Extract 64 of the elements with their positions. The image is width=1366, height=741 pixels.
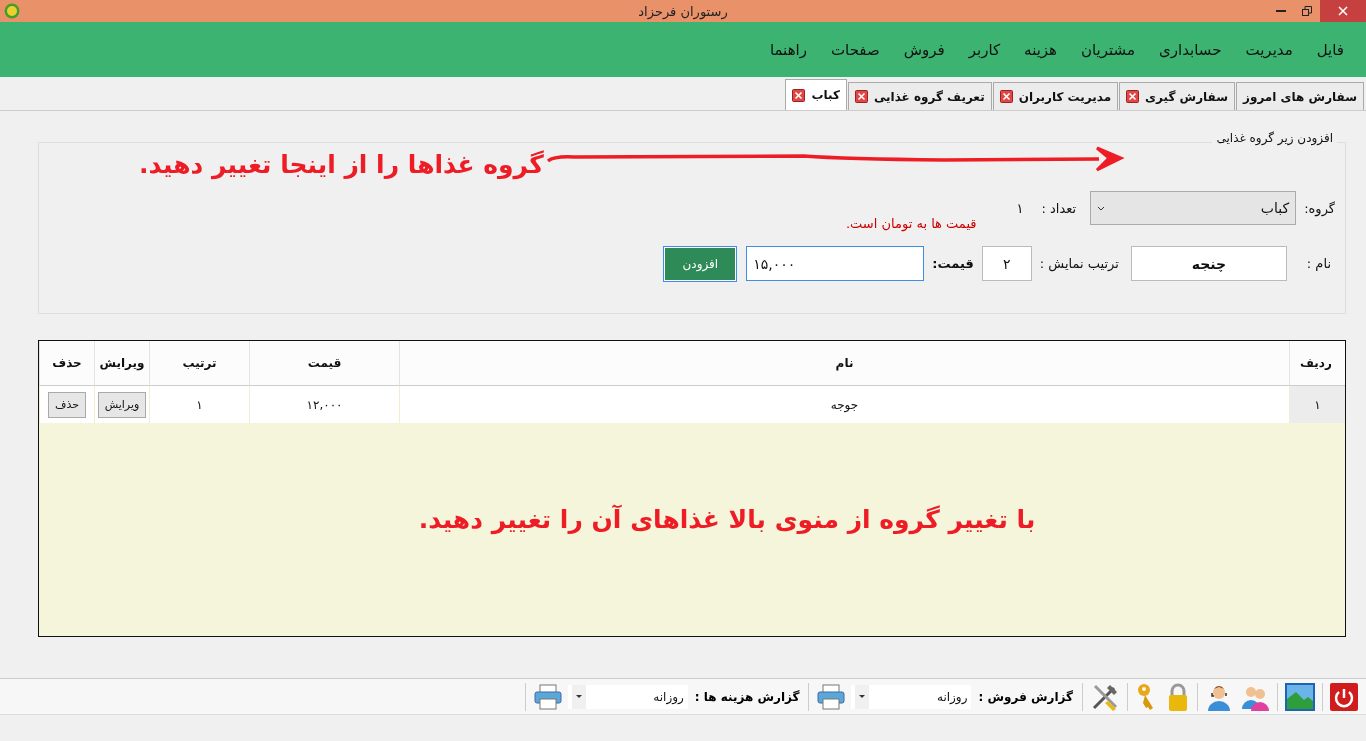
annotation-text: با تغییر گروه از منوی بالا غذاهای آن را تغییر دهید. xyxy=(418,505,1036,534)
menu-item[interactable]: حسابداری xyxy=(1147,40,1234,59)
menu-item[interactable]: فایل xyxy=(1304,40,1356,59)
restore-icon xyxy=(1302,6,1312,16)
edit-button[interactable]: ویرایش xyxy=(97,391,147,418)
menu-item[interactable]: صفحات xyxy=(818,40,892,59)
report-dropdown[interactable]: روزانه xyxy=(567,684,688,709)
printer-icon xyxy=(532,683,563,710)
report-label: گزارش هزینه ها : xyxy=(694,689,800,704)
report-dropdown[interactable]: روزانه xyxy=(851,684,972,709)
count-value: ۱ xyxy=(1016,200,1024,216)
tab[interactable]: سفارش گیری xyxy=(1119,82,1236,110)
caret-icon xyxy=(1097,205,1106,211)
field-label: ترتیب نمایش : xyxy=(1039,256,1119,271)
tab[interactable]: تعریف گروه غذایی xyxy=(847,82,992,110)
report-label: گزارش فروش : xyxy=(978,689,1073,704)
price-field[interactable]: ۱۵,۰۰۰ xyxy=(746,246,925,281)
tab[interactable]: مدیریت کاربران xyxy=(992,82,1119,110)
app-icon xyxy=(4,3,20,19)
menu-item[interactable]: مشتریان xyxy=(1069,40,1147,59)
table-cell: ۱ xyxy=(149,386,249,423)
lock-icon xyxy=(1166,681,1190,712)
menu-item[interactable]: فروش xyxy=(891,40,957,59)
window-title: رستوران فرحزاد xyxy=(638,3,728,19)
column-header: قیمت xyxy=(249,341,399,386)
field-label: گروه: xyxy=(1304,200,1335,216)
power-button[interactable] xyxy=(1328,680,1360,713)
price-note: قیمت ها به تومان است. xyxy=(845,215,977,231)
group-dropdown[interactable]: کباب xyxy=(1090,191,1297,225)
annotation-text: گروه غذاها را از اینجا تغییر دهید. xyxy=(139,149,544,179)
column-header: ردیف xyxy=(1289,341,1345,386)
close-icon[interactable] xyxy=(1126,90,1140,103)
menu-item[interactable]: راهنما xyxy=(757,40,819,59)
table-cell: جوجه xyxy=(399,386,1289,423)
add-button[interactable]: افزودن xyxy=(664,246,737,281)
tab[interactable]: سفارش های امروز xyxy=(1236,82,1364,110)
close-icon[interactable] xyxy=(792,88,806,102)
caret-icon xyxy=(859,695,866,698)
column-header: ویرایش xyxy=(94,341,149,386)
tab[interactable]: کباب xyxy=(785,79,847,110)
landscape-button[interactable] xyxy=(1283,680,1317,713)
menu-item[interactable]: کاربر xyxy=(956,40,1013,59)
field-label: قیمت: xyxy=(932,256,974,271)
order-field[interactable]: ۲ xyxy=(981,246,1032,281)
printer-icon xyxy=(816,683,847,710)
column-header: حذف xyxy=(39,341,94,386)
landscape-icon xyxy=(1285,682,1315,711)
close-icon[interactable] xyxy=(854,90,868,103)
table-cell: ۱ xyxy=(1289,386,1345,423)
field-label: تعداد : xyxy=(1041,200,1077,216)
power-icon xyxy=(1330,682,1358,711)
column-header: نام xyxy=(399,341,1289,386)
name-field[interactable]: چنجه xyxy=(1130,246,1287,281)
menu-item[interactable]: مدیریت xyxy=(1233,40,1305,59)
close-icon xyxy=(1338,6,1348,16)
menu-item[interactable]: هزینه xyxy=(1012,40,1070,59)
minimize-icon xyxy=(1276,10,1286,12)
delete-button[interactable]: حذف xyxy=(48,391,86,418)
table-cell: ۱۲,۰۰۰ xyxy=(249,386,399,423)
close-icon[interactable] xyxy=(999,90,1013,103)
caret-icon xyxy=(575,695,582,698)
field-label: نام : xyxy=(1306,256,1331,271)
panel-legend: افزودن زیر گروه غذایی xyxy=(1212,131,1337,145)
column-header: ترتیب xyxy=(149,341,249,386)
